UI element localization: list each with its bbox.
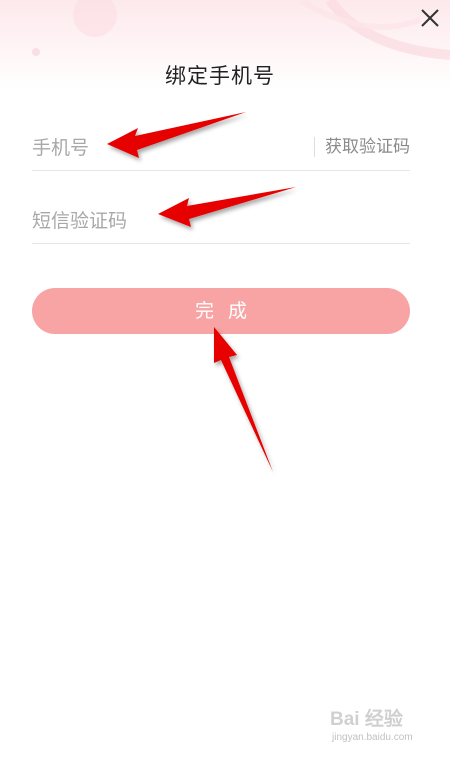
page-title: 绑定手机号 xyxy=(165,64,275,88)
watermark: Bai 经验 jingyan.baidu.com xyxy=(330,704,440,752)
sms-code-input[interactable] xyxy=(32,199,410,243)
bind-phone-screen: 绑定手机号 获取验证码 完成 Bai 经验 jingyan.baidu.com xyxy=(0,0,450,760)
sms-code-field xyxy=(32,199,410,244)
close-icon xyxy=(421,9,439,27)
annotation-arrows xyxy=(107,112,296,472)
watermark-brand: Bai 经验 xyxy=(330,709,403,730)
get-code-button[interactable]: 获取验证码 xyxy=(325,126,410,170)
arrow-to-submit-icon xyxy=(214,327,273,472)
watermark-url: jingyan.baidu.com xyxy=(332,732,413,743)
close-button[interactable] xyxy=(416,4,444,32)
field-divider xyxy=(314,137,315,157)
submit-button[interactable]: 完成 xyxy=(32,288,410,334)
phone-field: 获取验证码 xyxy=(32,126,410,171)
phone-input[interactable] xyxy=(32,126,307,170)
